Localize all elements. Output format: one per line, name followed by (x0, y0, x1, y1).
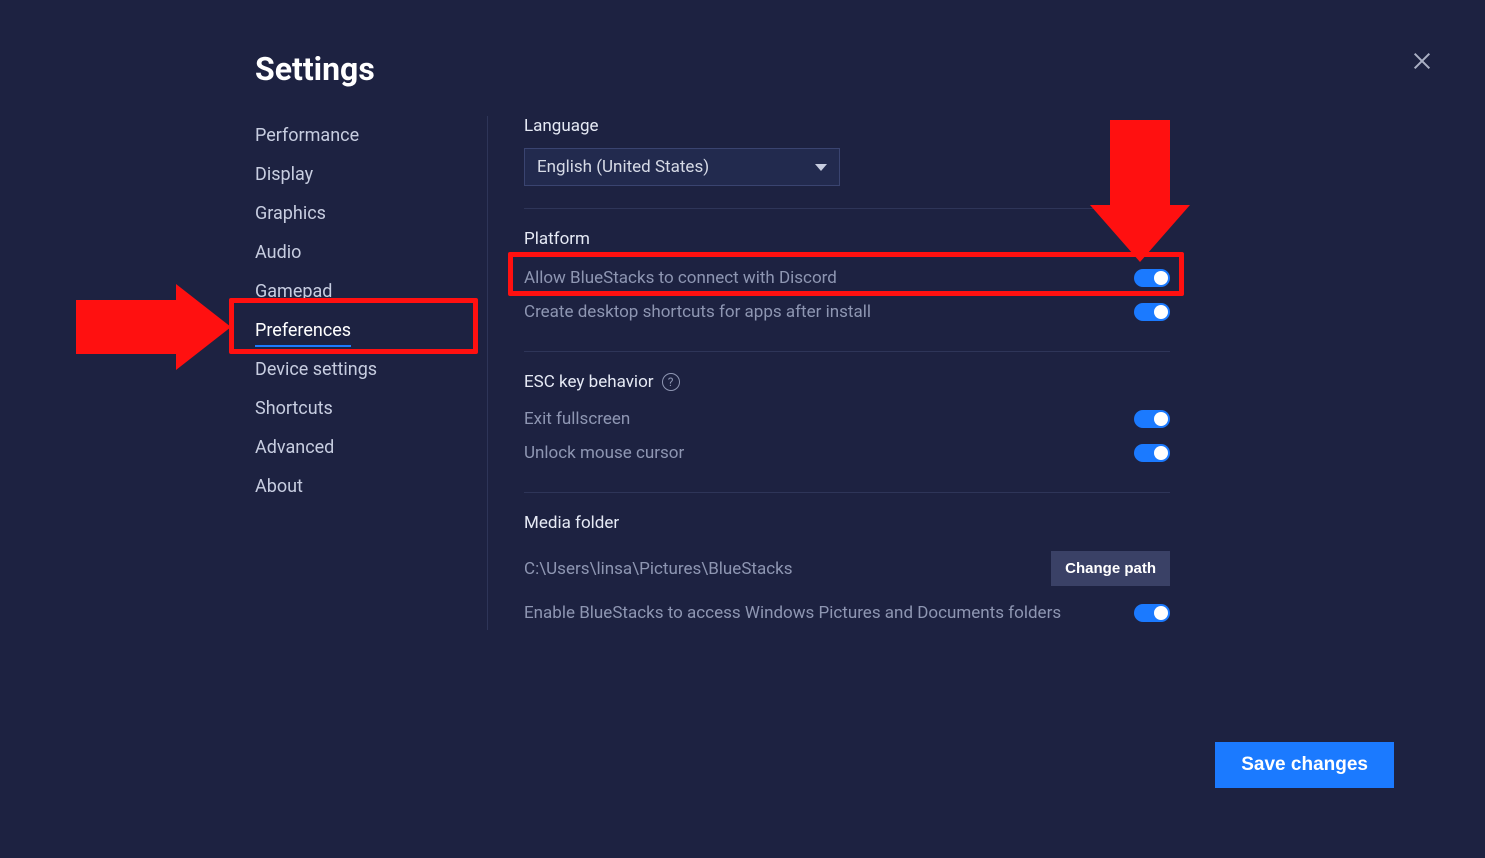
exit-fullscreen-toggle[interactable] (1134, 410, 1170, 428)
toggle-knob-icon (1154, 305, 1168, 319)
save-changes-button[interactable]: Save changes (1215, 742, 1394, 788)
sidebar-item-label: Advanced (255, 437, 334, 458)
divider (524, 351, 1170, 352)
sidebar-item-gamepad[interactable]: Gamepad (255, 272, 475, 311)
settings-content: Language English (United States) Platfor… (488, 116, 1170, 630)
windows-access-toggle[interactable] (1134, 604, 1170, 622)
sidebar-item-about[interactable]: About (255, 467, 475, 506)
exit-fullscreen-label: Exit fullscreen (524, 409, 630, 429)
sidebar-item-label: About (255, 476, 303, 497)
language-selected-value: English (United States) (537, 157, 709, 177)
sidebar-item-label: Gamepad (255, 281, 332, 302)
help-icon[interactable]: ? (662, 373, 680, 391)
platform-section-label: Platform (524, 229, 1170, 249)
sidebar-item-device-settings[interactable]: Device settings (255, 350, 475, 389)
esc-section-label: ESC key behavior (524, 372, 654, 392)
toggle-knob-icon (1154, 446, 1168, 460)
language-select[interactable]: English (United States) (524, 148, 840, 186)
sidebar-item-label: Performance (255, 125, 359, 146)
sidebar-item-preferences[interactable]: Preferences (255, 311, 475, 350)
discord-connect-toggle[interactable] (1134, 269, 1170, 287)
sidebar-item-label: Graphics (255, 203, 326, 224)
annotation-arrow-left-icon (76, 284, 231, 370)
sidebar-item-graphics[interactable]: Graphics (255, 194, 475, 233)
divider (524, 208, 1170, 209)
chevron-down-icon (815, 164, 827, 171)
windows-access-label: Enable BlueStacks to access Windows Pict… (524, 603, 1061, 623)
desktop-shortcuts-toggle[interactable] (1134, 303, 1170, 321)
unlock-cursor-toggle[interactable] (1134, 444, 1170, 462)
toggle-knob-icon (1154, 412, 1168, 426)
sidebar-item-advanced[interactable]: Advanced (255, 428, 475, 467)
language-section-label: Language (524, 116, 1170, 136)
close-button[interactable] (1411, 50, 1433, 72)
toggle-knob-icon (1154, 271, 1168, 285)
sidebar-item-label: Device settings (255, 359, 377, 380)
media-section-label: Media folder (524, 513, 1170, 533)
change-path-button[interactable]: Change path (1051, 551, 1170, 586)
sidebar-item-shortcuts[interactable]: Shortcuts (255, 389, 475, 428)
sidebar-item-label: Preferences (255, 320, 351, 347)
divider (524, 492, 1170, 493)
settings-sidebar: Performance Display Graphics Audio Gamep… (255, 116, 488, 630)
sidebar-item-display[interactable]: Display (255, 155, 475, 194)
page-title: Settings (255, 50, 1445, 88)
sidebar-item-label: Shortcuts (255, 398, 333, 419)
close-icon (1411, 50, 1433, 72)
sidebar-item-label: Display (255, 164, 313, 185)
unlock-cursor-label: Unlock mouse cursor (524, 443, 684, 463)
discord-connect-label: Allow BlueStacks to connect with Discord (524, 268, 837, 288)
media-folder-path: C:\Users\linsa\Pictures\BlueStacks (524, 559, 793, 579)
sidebar-item-label: Audio (255, 242, 301, 263)
desktop-shortcuts-label: Create desktop shortcuts for apps after … (524, 302, 871, 322)
sidebar-item-audio[interactable]: Audio (255, 233, 475, 272)
sidebar-item-performance[interactable]: Performance (255, 116, 475, 155)
toggle-knob-icon (1154, 606, 1168, 620)
